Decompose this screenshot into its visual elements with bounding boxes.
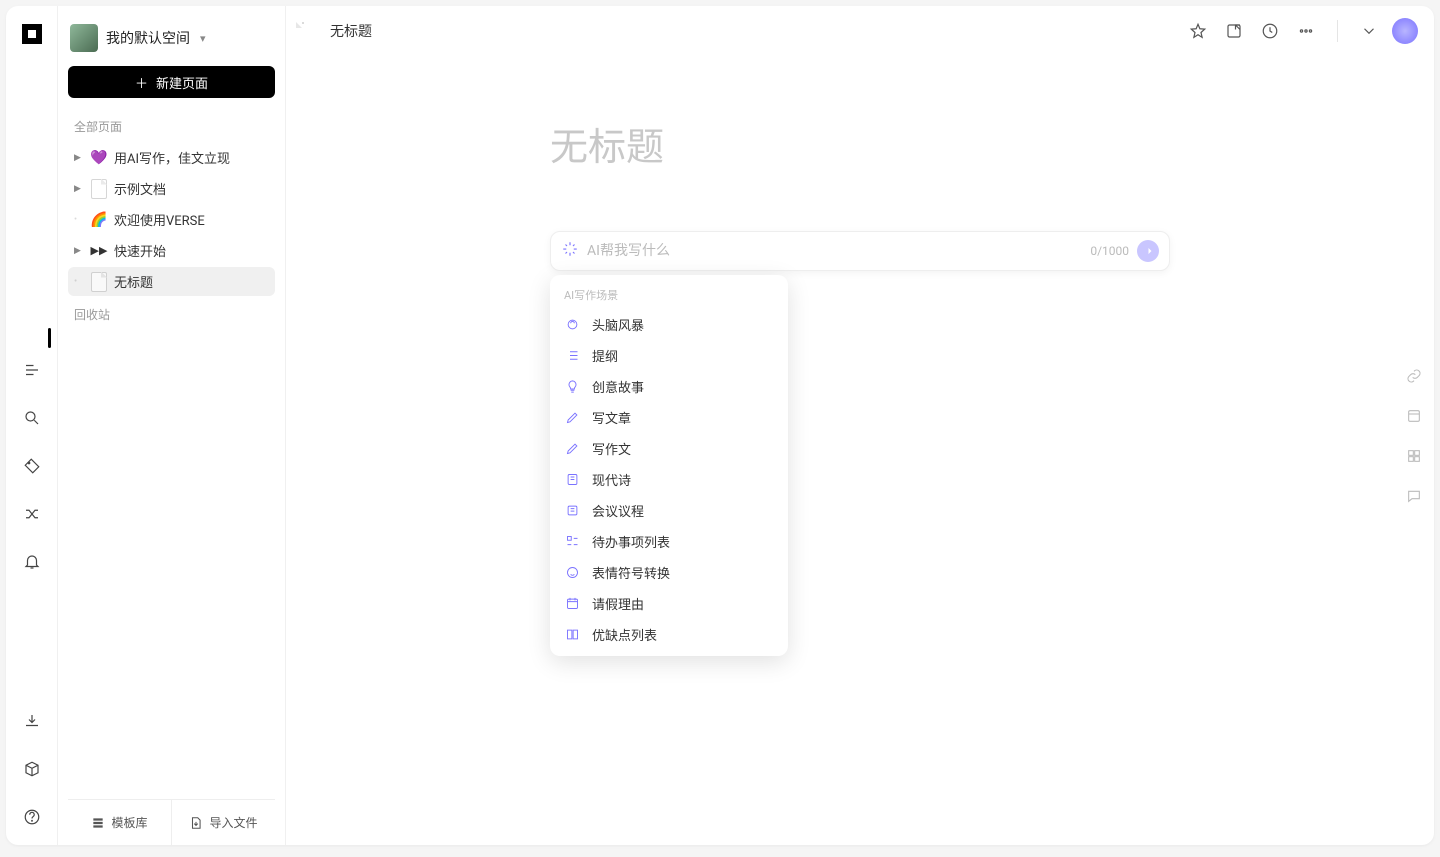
sparkle-icon <box>561 240 579 262</box>
ai-menu-label: 待办事项列表 <box>592 532 670 551</box>
ai-menu-label: 请假理由 <box>592 594 644 613</box>
tree-item-active[interactable]: •无标题 <box>68 267 275 296</box>
ai-menu-item[interactable]: 提纲 <box>550 340 788 371</box>
download-icon[interactable] <box>22 711 42 731</box>
ai-menu-label: 现代诗 <box>592 470 631 489</box>
pencil-icon <box>564 410 580 426</box>
fast-forward-icon: ▶▶ <box>90 244 108 257</box>
calendar-icon <box>564 596 580 612</box>
ai-prompt-wrap: 0/1000 AI写作场景 头脑风暴 提纲 创意故事 写文章 写作文 现代诗 会… <box>550 231 1170 271</box>
ai-menu-label: 提纲 <box>592 346 618 365</box>
ai-prompt-input[interactable] <box>587 243 1082 259</box>
brain-icon <box>564 317 580 333</box>
page-tree: ▶💜用AI写作，佳文立现 ▶示例文档 •🌈欢迎使用VERSE ▶▶▶快速开始 •… <box>68 143 275 296</box>
ai-menu-label: 写文章 <box>592 408 631 427</box>
right-rail <box>1404 366 1424 506</box>
ai-menu-header: AI写作场景 <box>550 285 788 309</box>
chevron-down-icon: ▾ <box>200 32 206 45</box>
import-button[interactable]: 导入文件 <box>172 800 275 845</box>
send-button[interactable] <box>1137 240 1159 262</box>
ai-menu-item[interactable]: 写作文 <box>550 433 788 464</box>
ai-menu-item[interactable]: 表情符号转换 <box>550 557 788 588</box>
templates-button[interactable]: 模板库 <box>68 800 172 845</box>
search-icon[interactable] <box>22 408 42 428</box>
trash-link[interactable]: 回收站 <box>68 296 275 333</box>
help-icon[interactable] <box>22 807 42 827</box>
ai-menu-label: 写作文 <box>592 439 631 458</box>
pencil-icon <box>564 441 580 457</box>
tree-item[interactable]: ▶💜用AI写作，佳文立现 <box>68 143 275 172</box>
shuffle-icon[interactable] <box>22 504 42 524</box>
ai-menu-item[interactable]: 头脑风暴 <box>550 309 788 340</box>
ai-input-bar: 0/1000 <box>550 231 1170 271</box>
tree-item-label: 快速开始 <box>114 241 166 260</box>
document: 无标题 0/1000 AI写作场景 头脑风暴 提纲 创意故事 写文章 写作文 <box>286 56 1434 271</box>
todo-icon <box>564 534 580 550</box>
all-pages-label: 全部页面 <box>68 116 275 143</box>
ai-menu-label: 会议议程 <box>592 501 644 520</box>
ai-menu-item[interactable]: 会议议程 <box>550 495 788 526</box>
ai-menu-item[interactable]: 待办事项列表 <box>550 526 788 557</box>
new-page-button[interactable]: ＋ 新建页面 <box>68 66 275 98</box>
ai-menu-item[interactable]: 现代诗 <box>550 464 788 495</box>
char-count: 0/1000 <box>1090 244 1129 258</box>
more-icon[interactable] <box>1293 18 1319 44</box>
sidebar: 我的默认空间 ▾ ＋ 新建页面 全部页面 ▶💜用AI写作，佳文立现 ▶示例文档 … <box>58 6 286 845</box>
panel-icon[interactable] <box>1404 406 1424 426</box>
main-area: 无标题 无标题 0/1000 AI写作场景 <box>286 6 1434 845</box>
comment-icon[interactable] <box>1404 486 1424 506</box>
ai-menu-label: 头脑风暴 <box>592 315 644 334</box>
app-logo[interactable] <box>22 24 42 44</box>
plus-icon: ＋ <box>135 73 148 92</box>
page-title: 无标题 <box>330 21 372 41</box>
workspace-name: 我的默认空间 <box>106 28 190 48</box>
ai-suggestions-menu: AI写作场景 头脑风暴 提纲 创意故事 写文章 写作文 现代诗 会议议程 待办事… <box>550 275 788 656</box>
workspace-switcher[interactable]: 我的默认空间 ▾ <box>68 20 275 66</box>
icon-rail <box>6 6 58 845</box>
ai-menu-label: 创意故事 <box>592 377 644 396</box>
ai-menu-item[interactable]: 写文章 <box>550 402 788 433</box>
ai-menu-item[interactable]: 请假理由 <box>550 588 788 619</box>
poem-icon <box>564 472 580 488</box>
bell-icon[interactable] <box>22 552 42 572</box>
new-page-label: 新建页面 <box>156 73 208 92</box>
grid-icon[interactable] <box>1404 446 1424 466</box>
emoji-icon <box>564 565 580 581</box>
ai-menu-item[interactable]: 优缺点列表 <box>550 619 788 650</box>
star-icon[interactable] <box>1185 18 1211 44</box>
ai-menu-item[interactable]: 创意故事 <box>550 371 788 402</box>
page-icon <box>90 273 108 291</box>
tree-item-label: 用AI写作，佳文立现 <box>114 148 230 167</box>
tree-item[interactable]: ▶▶▶快速开始 <box>68 236 275 265</box>
pros-cons-icon <box>564 627 580 643</box>
topbar: 无标题 <box>286 6 1434 56</box>
tag-icon[interactable] <box>22 456 42 476</box>
lightbulb-icon <box>564 379 580 395</box>
document-title-placeholder[interactable]: 无标题 <box>550 116 1170 171</box>
rail-indicator <box>48 328 51 348</box>
link-icon[interactable] <box>1404 366 1424 386</box>
templates-label: 模板库 <box>111 814 147 831</box>
page-icon <box>302 22 320 40</box>
share-icon[interactable] <box>1221 18 1247 44</box>
tree-item-label: 示例文档 <box>114 179 166 198</box>
tree-item[interactable]: •🌈欢迎使用VERSE <box>68 205 275 234</box>
tree-item-label: 欢迎使用VERSE <box>114 210 205 229</box>
expand-icon[interactable] <box>1356 18 1382 44</box>
workspace-avatar <box>70 24 98 52</box>
tree-item[interactable]: ▶示例文档 <box>68 174 275 203</box>
agenda-icon <box>564 503 580 519</box>
sidebar-footer: 模板库 导入文件 <box>68 799 275 845</box>
page-icon <box>90 180 108 198</box>
list-icon <box>564 348 580 364</box>
import-label: 导入文件 <box>209 814 257 831</box>
clock-icon[interactable] <box>1257 18 1283 44</box>
ai-menu-label: 表情符号转换 <box>592 563 670 582</box>
cube-icon[interactable] <box>22 759 42 779</box>
user-avatar[interactable] <box>1392 18 1418 44</box>
tree-item-label: 无标题 <box>114 272 153 291</box>
outline-icon[interactable] <box>22 360 42 380</box>
ai-menu-label: 优缺点列表 <box>592 625 657 644</box>
